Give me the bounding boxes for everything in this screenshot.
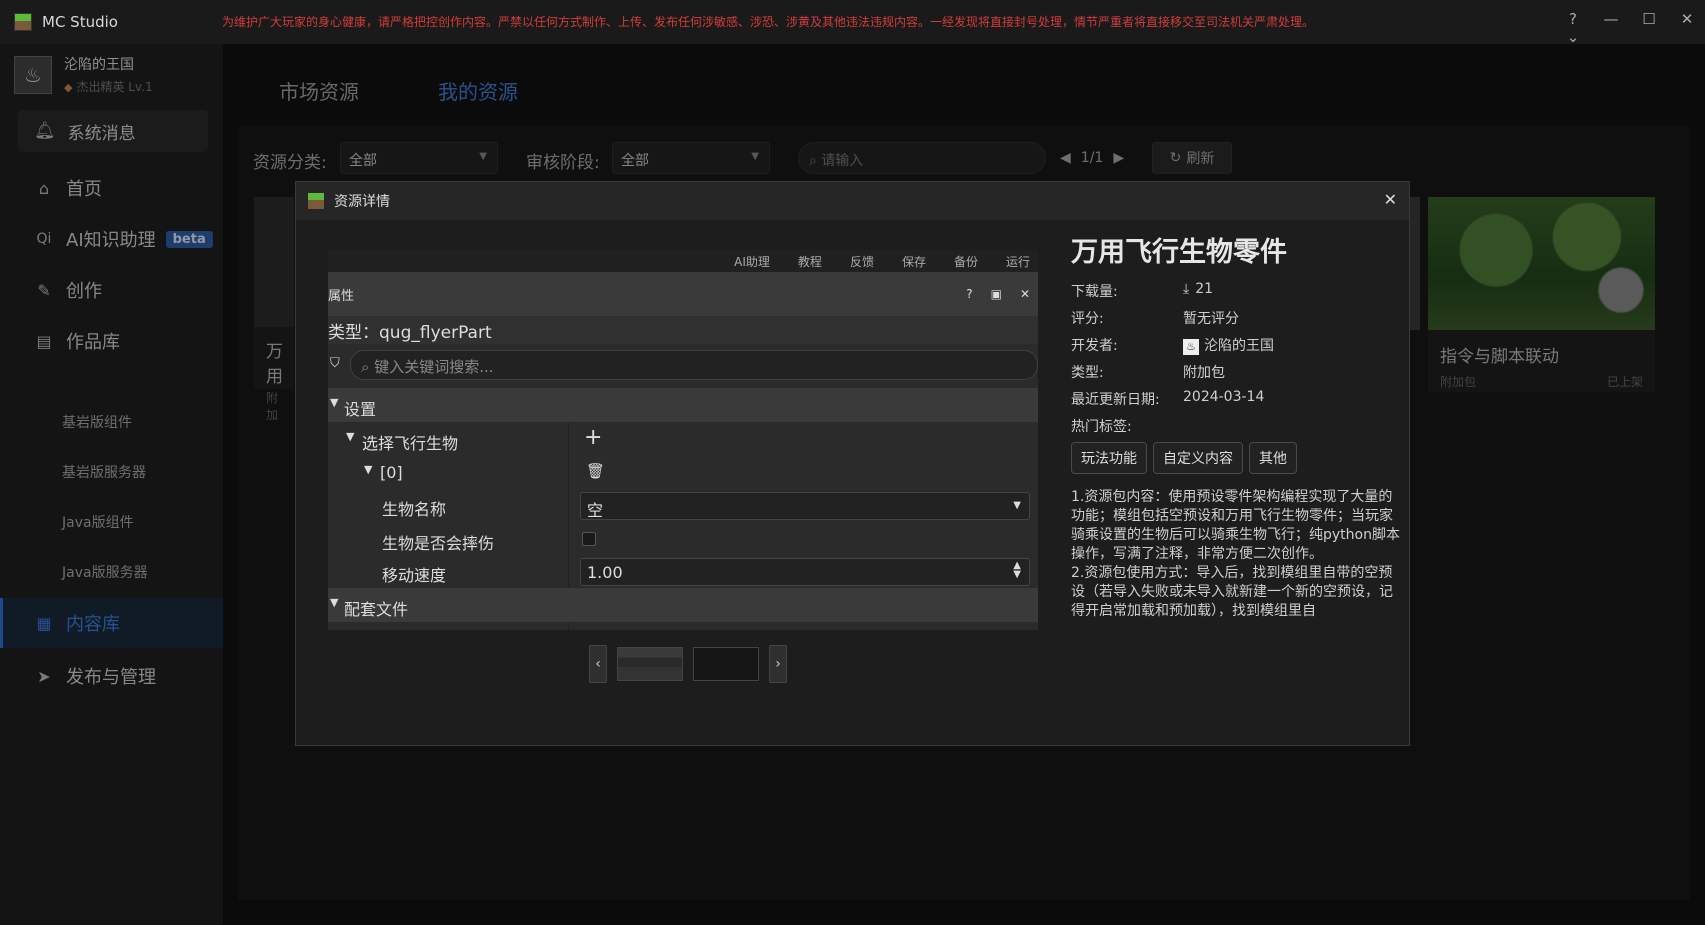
help-icon[interactable]: ?⌄ — [1563, 10, 1583, 46]
preview-section-label: 配套文件 — [344, 600, 409, 619]
preview-search-placeholder: 键入关键词搜索... — [374, 358, 494, 376]
content-notice: 为维护广大玩家的身心健康，请严格把控创作内容。严禁以任何方式制作、上传、发布任何… — [222, 15, 1315, 29]
preview-row: 移动速度 1.00 ▲ ▼ — [328, 554, 1038, 588]
expand-icon: ▼ — [346, 430, 355, 443]
preview-screenshot: AI助理 教程 反馈 保存 备份 运行 属性 ? ▣ ✕ 类型：qug_flyerP… — [328, 250, 1038, 630]
tag-chip[interactable]: 其他 — [1249, 442, 1297, 474]
preview-row: ▼ 选择飞行生物 + — [328, 422, 1038, 456]
resource-description: 1.资源包内容：使用预设零件架构编程实现了大量的功能；模组包括空预设和万用飞行生… — [1071, 489, 1400, 619]
preview-toolbar-item: 运行 — [1005, 254, 1030, 269]
preview-panel-title-text: 属性 — [328, 288, 355, 304]
tag-chip[interactable]: 玩法功能 — [1071, 442, 1147, 474]
preview-spinbox-value: 1.00 — [587, 563, 623, 582]
app-logo-icon — [14, 13, 32, 31]
info-label: 下载量: — [1071, 284, 1118, 300]
app-logo-icon — [308, 193, 324, 209]
spin-arrows-icon: ▲ ▼ — [1013, 560, 1021, 580]
chevron-down-icon: ▼ — [1013, 500, 1021, 511]
search-icon: ⌕ — [361, 358, 370, 376]
window-controls: ?⌄ — ☐ ✕ — [1563, 10, 1697, 46]
preview-toolbar-item: AI助理 — [734, 254, 770, 269]
info-label: 热门标签: — [1071, 419, 1132, 435]
maximize-icon: ▣ — [990, 287, 1002, 301]
rating-value: 暂无评分 — [1183, 311, 1239, 327]
preview-row: ▼ [0] 🗑︎ — [328, 455, 1038, 489]
info-label: 评分: — [1071, 311, 1104, 327]
app-window: MC Studio 为维护广大玩家的身心健康，请严格把控创作内容。严禁以任何方式… — [0, 0, 1705, 925]
app-name: MC Studio — [42, 13, 118, 31]
close-icon[interactable]: ✕ — [1384, 190, 1397, 209]
developer-value[interactable]: 沦陷的王国 — [1204, 338, 1274, 354]
preview-section-files: ▼ 配套文件 — [328, 588, 1038, 622]
preview-toolbar-item: 保存 — [901, 254, 926, 269]
preview-section-label: 设置 — [344, 400, 377, 419]
type-value: 附加包 — [1183, 365, 1225, 381]
plus-icon: + — [584, 425, 603, 450]
downloads-value: 21 — [1195, 281, 1214, 297]
expand-icon: ▼ — [364, 463, 373, 476]
preview-toolbar-item: 备份 — [953, 254, 978, 269]
minimize-icon[interactable]: — — [1601, 10, 1621, 46]
info-row-type: 类型: 附加包 — [1071, 362, 1401, 382]
expand-icon: ▼ — [330, 396, 339, 409]
title-bar: MC Studio 为维护广大玩家的身心健康，请严格把控创作内容。严禁以任何方式… — [0, 0, 1705, 46]
preview-toolbar-item: 反馈 — [849, 254, 874, 269]
preview-combo-value: 空 — [587, 501, 604, 520]
preview-checkbox — [582, 532, 596, 546]
info-row-downloads: 下载量: ⤓ 21 — [1071, 281, 1401, 301]
preview-row-label: 生物名称 — [382, 500, 447, 519]
preview-toolbar-item: 教程 — [797, 254, 822, 269]
maximize-icon[interactable]: ☐ — [1639, 10, 1659, 46]
thumbnail-strip: ‹ › — [589, 645, 787, 683]
info-row-tags-label: 热门标签: — [1071, 416, 1401, 436]
tag-list: 玩法功能 自定义内容 其他 — [1071, 442, 1401, 474]
resource-detail-dialog: 资源详情 ✕ AI助理 教程 反馈 保存 备份 运行 属性 ? ▣ ✕ 类型：qug… — [295, 181, 1410, 746]
info-label: 类型: — [1071, 365, 1104, 381]
preview-row: 生物是否会摔伤 — [328, 522, 1038, 556]
filter-icon: ⛉ — [330, 356, 340, 371]
thumbnail-prev-button[interactable]: ‹ — [589, 645, 607, 683]
preview-type-line: 类型：qug_flyerPart — [328, 316, 1038, 344]
preview-search: ⌕ 键入关键词搜索... — [350, 350, 1038, 380]
preview-combo: 空 ▼ — [580, 492, 1030, 520]
info-label: 最近更新日期: — [1071, 392, 1160, 408]
info-row-rating: 评分: 暂无评分 — [1071, 308, 1401, 328]
thumbnail-image[interactable] — [693, 647, 759, 681]
preview-toolbar: AI助理 教程 反馈 保存 备份 运行 — [328, 250, 1038, 272]
preview-spinbox: 1.00 ▲ ▼ — [580, 558, 1030, 586]
info-row-developer: 开发者: ♨ 沦陷的王国 — [1071, 335, 1401, 355]
preview-row-label: [0] — [380, 463, 403, 482]
tag-chip[interactable]: 自定义内容 — [1153, 442, 1243, 474]
preview-row-label: 选择飞行生物 — [362, 434, 459, 453]
download-icon: ⤓ — [1183, 281, 1190, 297]
preview-row: 生物名称 空 ▼ — [328, 488, 1038, 522]
preview-panel-title: 属性 ? ▣ ✕ — [328, 272, 1038, 316]
info-row-updated: 最近更新日期: 2024-03-14 — [1071, 389, 1401, 409]
help-icon: ? — [966, 287, 973, 301]
updated-value: 2024-03-14 — [1183, 389, 1265, 405]
dialog-title: 资源详情 — [334, 194, 390, 210]
expand-icon: ▼ — [330, 596, 339, 609]
preview-row-label: 生物是否会摔伤 — [382, 534, 495, 553]
resource-info: 万用飞行生物零件 下载量: ⤓ 21 评分: 暂无评分 开发者: ♨ 沦陷的王国 类… — [1071, 230, 1401, 630]
preview-section-settings: ▼ 设置 — [328, 388, 1038, 422]
thumbnail-next-button[interactable]: › — [769, 645, 787, 683]
dialog-header: 资源详情 — [296, 182, 1409, 220]
info-label: 开发者: — [1071, 338, 1118, 354]
preview-row-label: 移动速度 — [382, 566, 447, 585]
close-window-icon[interactable]: ✕ — [1677, 10, 1697, 46]
resource-title: 万用飞行生物零件 — [1071, 237, 1287, 268]
developer-avatar-icon: ♨ — [1183, 339, 1199, 355]
trash-icon: 🗑︎ — [586, 462, 606, 480]
thumbnail-image[interactable] — [617, 647, 683, 681]
close-icon: ✕ — [1019, 287, 1030, 301]
